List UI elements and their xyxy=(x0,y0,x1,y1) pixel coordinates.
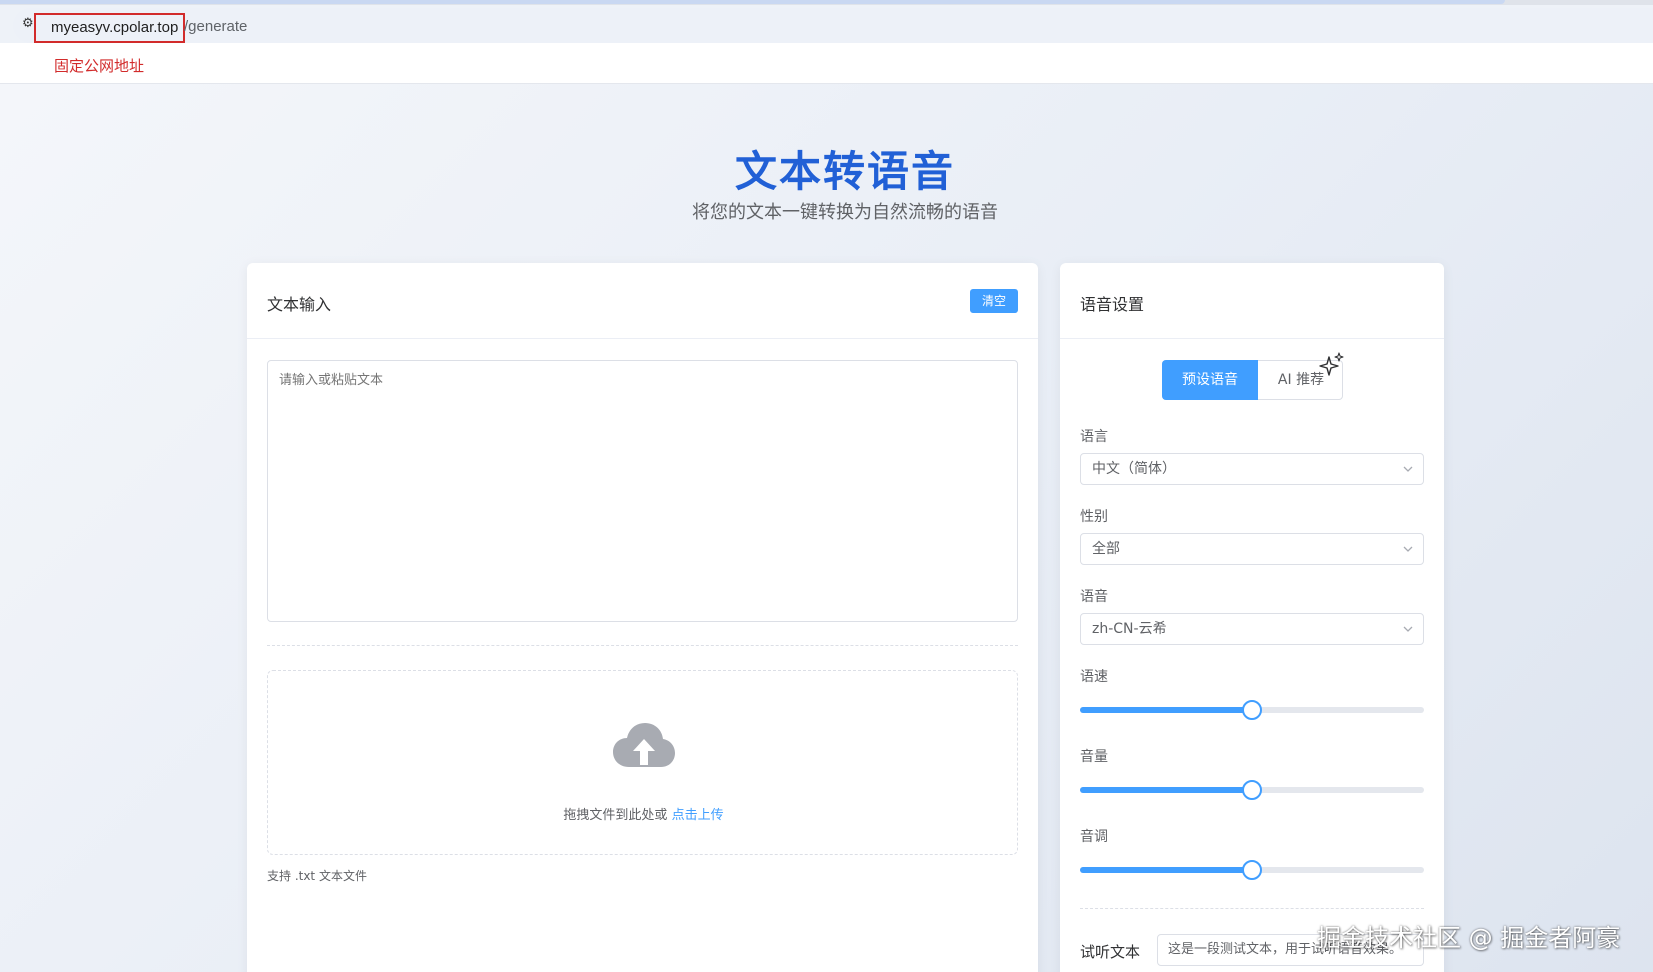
tab-preset-voice[interactable]: 预设语音 xyxy=(1162,360,1258,400)
divider xyxy=(1080,908,1424,909)
volume-slider[interactable] xyxy=(1080,780,1424,800)
upload-text: 拖拽文件到此处或 xyxy=(563,808,672,823)
voice-value: zh-CN-云希 xyxy=(1092,621,1167,637)
active-tab-indicator xyxy=(0,0,1505,4)
url-path[interactable]: /generate xyxy=(184,17,247,37)
pitch-slider-fill xyxy=(1080,867,1252,873)
volume-slider-fill xyxy=(1080,787,1252,793)
rate-slider-thumb[interactable] xyxy=(1242,700,1262,720)
preview-text-label: 试听文本 xyxy=(1080,943,1141,961)
rate-label: 语速 xyxy=(1080,669,1108,685)
voice-label: 语音 xyxy=(1080,589,1108,605)
page-title: 文本转语音 xyxy=(734,147,955,196)
language-value: 中文（简体） xyxy=(1092,461,1176,477)
volume-label: 音量 xyxy=(1080,749,1108,765)
chevron-down-icon xyxy=(1403,546,1413,552)
text-input-header: 文本输入 清空 xyxy=(247,263,1038,339)
text-input-title: 文本输入 xyxy=(267,295,332,314)
upload-instructions: 拖拽文件到此处或 点击上传 xyxy=(268,804,1019,823)
voice-select[interactable]: zh-CN-云希 xyxy=(1080,613,1424,645)
pitch-slider-thumb[interactable] xyxy=(1242,860,1262,880)
watermark: 掘金技术社区 @ 掘金者阿豪 xyxy=(1317,924,1621,952)
volume-slider-thumb[interactable] xyxy=(1242,780,1262,800)
pitch-slider[interactable] xyxy=(1080,860,1424,880)
rate-slider[interactable] xyxy=(1080,700,1424,720)
chevron-down-icon xyxy=(1403,626,1413,632)
rate-slider-fill xyxy=(1080,707,1252,713)
gender-label: 性别 xyxy=(1080,509,1108,525)
text-input-area[interactable] xyxy=(267,360,1018,622)
url-host[interactable]: myeasyv.cpolar.top xyxy=(34,13,186,43)
language-select[interactable]: 中文（简体） xyxy=(1080,453,1424,485)
divider xyxy=(267,645,1018,646)
clear-button[interactable]: 清空 xyxy=(970,289,1018,313)
voice-settings-card: 语音设置 预设语音 AI 推荐 语言 中文（简体） 性别 全部 语音 zh-CN… xyxy=(1060,263,1444,972)
text-input-card: 文本输入 清空 拖拽文件到此处或 点击上传 支持 .txt 文本文件 xyxy=(247,263,1038,972)
gender-value: 全部 xyxy=(1092,541,1120,557)
sparkle-icon xyxy=(1319,352,1344,376)
voice-settings-title: 语音设置 xyxy=(1080,295,1145,314)
cloud-upload-icon xyxy=(613,723,675,767)
annotation-strip xyxy=(0,43,1653,84)
voice-mode-tabs: 预设语音 AI 推荐 xyxy=(1162,352,1344,400)
pitch-label: 音调 xyxy=(1080,829,1108,845)
voice-settings-header: 语音设置 xyxy=(1060,263,1444,339)
chevron-down-icon xyxy=(1403,466,1413,472)
upload-link[interactable]: 点击上传 xyxy=(672,808,724,823)
address-bar[interactable] xyxy=(13,8,1653,43)
annotation-label: 固定公网地址 xyxy=(54,57,145,75)
browser-tab-strip xyxy=(0,0,1653,5)
upload-tip: 支持 .txt 文本文件 xyxy=(267,869,367,883)
upload-dropzone[interactable]: 拖拽文件到此处或 点击上传 xyxy=(267,670,1018,855)
page-subtitle: 将您的文本一键转换为自然流畅的语音 xyxy=(692,202,998,223)
gender-select[interactable]: 全部 xyxy=(1080,533,1424,565)
language-label: 语言 xyxy=(1080,429,1108,445)
